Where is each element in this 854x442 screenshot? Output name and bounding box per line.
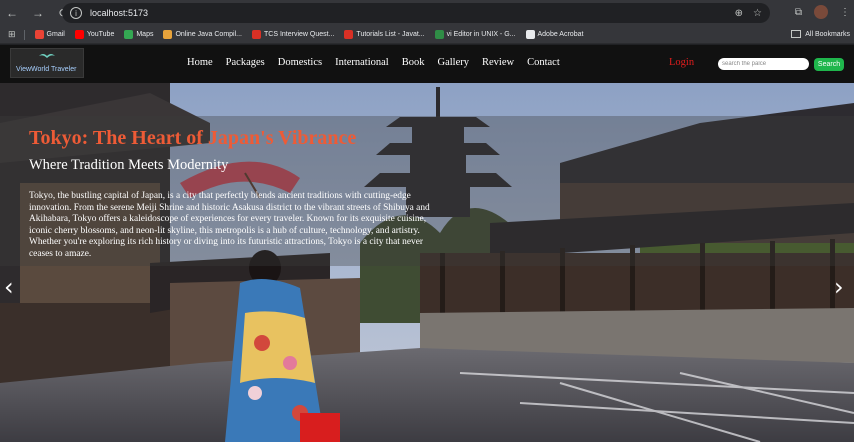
bookmark-item[interactable]: Gmail [34, 30, 65, 39]
all-bookmarks-label: All Bookmarks [805, 30, 850, 38]
zoom-icon[interactable]: ⊕ [735, 8, 743, 19]
profile-avatar[interactable] [814, 5, 828, 19]
nav-link[interactable]: Gallery [438, 57, 470, 68]
nav-link[interactable]: Contact [527, 57, 560, 68]
site-info-icon[interactable]: i [70, 7, 82, 19]
folder-icon [791, 30, 802, 38]
bird-logo-icon [39, 54, 55, 58]
address-bar[interactable]: i localhost:5173 ⊕ ☆ [62, 3, 770, 23]
hero-title: Tokyo: The Heart of Japan's Vibrance [29, 127, 357, 149]
bookmark-favicon-icon [163, 30, 173, 39]
url-text[interactable]: localhost:5173 [90, 8, 148, 18]
nav-link[interactable]: Packages [226, 57, 265, 68]
bookmark-label: Tutorials List - Javat... [356, 31, 425, 38]
hero-description: Tokyo, the bustling capital of Japan, is… [29, 191, 430, 259]
bookmark-favicon-icon [525, 30, 535, 39]
bookmark-item[interactable]: Tutorials List - Javat... [344, 30, 425, 39]
back-icon[interactable]: ← [4, 5, 20, 21]
bookmark-label: Online Java Compil... [175, 31, 242, 38]
bookmark-label: TCS Interview Quest... [264, 31, 335, 38]
bookmark-item[interactable]: Maps [124, 30, 153, 39]
bookmark-star-icon[interactable]: ☆ [753, 8, 762, 19]
bookmark-item[interactable]: YouTube [74, 30, 115, 39]
hero-subtitle: Where Tradition Meets Modernity [29, 157, 229, 173]
menu-icon[interactable]: ⋮ [840, 7, 850, 18]
bookmark-label: vi Editor in UNIX - G... [446, 31, 516, 38]
site-navbar: ViewWorld Traveler Home Packages Domestics… [0, 45, 854, 83]
forward-icon[interactable]: → [30, 5, 46, 21]
bookmark-label: Maps [136, 31, 154, 38]
bookmark-label: Adobe Acrobat [537, 31, 584, 38]
bookmark-favicon-icon [74, 30, 84, 39]
carousel-prev-icon[interactable]: ‹ [4, 273, 14, 301]
bookmark-item[interactable]: Online Java Compil... [163, 30, 242, 39]
nav-link[interactable]: Home [187, 57, 213, 68]
main-menu: Home Packages Domestics International Book Ga… [187, 57, 573, 68]
bookmark-favicon-icon [434, 30, 444, 39]
all-bookmarks[interactable]: All Bookmarks [791, 30, 850, 38]
bookmark-favicon-icon [34, 30, 44, 39]
nav-link[interactable]: Review [482, 57, 514, 68]
search-input[interactable] [718, 58, 809, 70]
hero-carousel: Tokyo: The Heart of Japan's Vibrance Whe… [0, 83, 854, 442]
bookmark-item[interactable]: Adobe Acrobat [525, 30, 584, 39]
bookmark-item[interactable]: vi Editor in UNIX - G... [434, 30, 516, 39]
carousel-next-icon[interactable]: › [834, 273, 844, 301]
bookmark-favicon-icon [252, 30, 261, 39]
site-logo[interactable]: ViewWorld Traveler [10, 48, 84, 78]
nav-link[interactable]: Book [402, 57, 425, 68]
bookmark-label: Gmail [46, 31, 65, 38]
apps-icon[interactable]: ⊞ [8, 29, 16, 40]
browser-toolbar: ← → ⟳ i localhost:5173 ⊕ ☆ ⧉ ⋮ [0, 0, 854, 26]
nav-link[interactable]: International [335, 57, 389, 68]
nav-link[interactable]: Domestics [278, 57, 322, 68]
extensions-icon[interactable]: ⧉ [795, 7, 802, 18]
bookmark-item[interactable]: TCS Interview Quest... [252, 30, 334, 39]
bookmark-label: YouTube [86, 31, 115, 38]
bookmark-favicon-icon [124, 30, 134, 39]
bookmark-favicon-icon [344, 30, 354, 39]
login-link[interactable]: Login [669, 57, 694, 68]
search-button[interactable]: Search [814, 58, 844, 71]
bookmarks-bar: ⊞ Gmail YouTube Maps Online Java Compil... T… [0, 26, 854, 44]
logo-text: ViewWorld Traveler [16, 66, 77, 73]
